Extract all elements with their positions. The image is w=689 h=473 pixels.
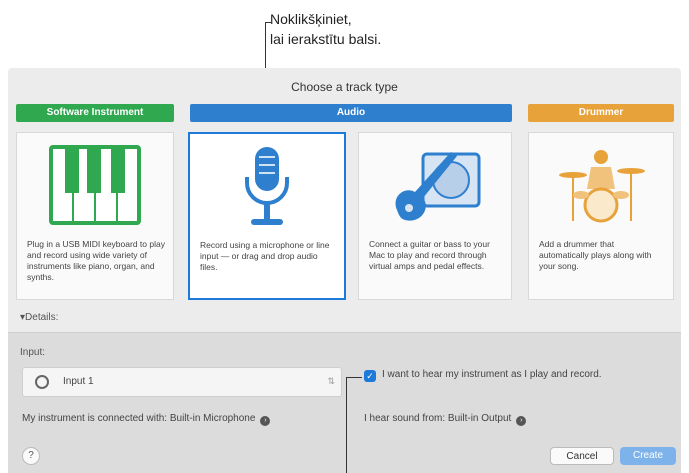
- card-software-instrument[interactable]: Plug in a USB MIDI keyboard to play and …: [16, 132, 174, 300]
- details-panel: Input: Input 1 ⇅ My instrument is connec…: [8, 332, 681, 473]
- card-description: Record using a microphone or line input …: [200, 240, 330, 272]
- monitor-text: I want to hear my instrument as I play a…: [382, 369, 602, 380]
- callout-pointer-tick: [265, 22, 271, 23]
- card-description: Plug in a USB MIDI keyboard to play and …: [27, 239, 165, 282]
- monitor-option[interactable]: ✓ I want to hear my instrument as I play …: [364, 369, 602, 382]
- updown-arrows-icon: ⇅: [327, 376, 335, 386]
- details-disclosure[interactable]: ▾Details:: [20, 312, 58, 323]
- card-audio-microphone[interactable]: Record using a microphone or line input …: [188, 132, 346, 300]
- card-audio-guitar[interactable]: Connect a guitar or bass to your Mac to …: [358, 132, 512, 300]
- category-software-instrument[interactable]: Software Instrument: [16, 104, 174, 122]
- hear-text: I hear sound from: Built-in Output: [364, 413, 512, 424]
- input-select[interactable]: Input 1 ⇅: [22, 367, 342, 397]
- callout-line-2: lai ierakstītu balsi.: [270, 31, 382, 47]
- callout-bottom-tick: [346, 377, 362, 378]
- output-device: I hear sound from: Built-in Output ›: [364, 413, 527, 426]
- callout-record-voice: Noklikšķiniet, lai ierakstītu balsi.: [270, 9, 381, 49]
- piano-keyboard-icon: [17, 139, 173, 231]
- input-label: Input:: [20, 347, 46, 358]
- drummer-icon: [529, 139, 673, 231]
- create-button[interactable]: Create: [620, 447, 676, 465]
- microphone-icon: [190, 140, 344, 232]
- input-value: Input 1: [63, 376, 94, 387]
- help-button[interactable]: ?: [22, 447, 40, 465]
- category-audio[interactable]: Audio: [190, 104, 512, 122]
- details-label: Details:: [25, 312, 59, 323]
- cancel-button[interactable]: Cancel: [550, 447, 614, 465]
- connected-device: My instrument is connected with: Built-i…: [22, 413, 271, 426]
- choose-track-dialog: Choose a track type Software Instrument …: [8, 68, 681, 473]
- guitar-amp-icon: [359, 139, 511, 231]
- arrow-circle-icon[interactable]: ›: [260, 416, 271, 426]
- arrow-circle-icon[interactable]: ›: [516, 416, 527, 426]
- card-description: Add a drummer that automatically plays a…: [539, 239, 652, 271]
- card-drummer[interactable]: Add a drummer that automatically plays a…: [528, 132, 674, 300]
- category-drummer[interactable]: Drummer: [528, 104, 674, 122]
- card-description: Connect a guitar or bass to your Mac to …: [369, 239, 490, 271]
- dialog-title: Choose a track type: [291, 80, 398, 94]
- input-channel-icon: [35, 375, 49, 389]
- connected-text: My instrument is connected with: Built-i…: [22, 413, 256, 424]
- callout-line-1: Noklikšķiniet,: [270, 11, 352, 27]
- monitor-checkbox[interactable]: ✓: [364, 370, 376, 382]
- callout-bottom-pointer: [346, 377, 347, 473]
